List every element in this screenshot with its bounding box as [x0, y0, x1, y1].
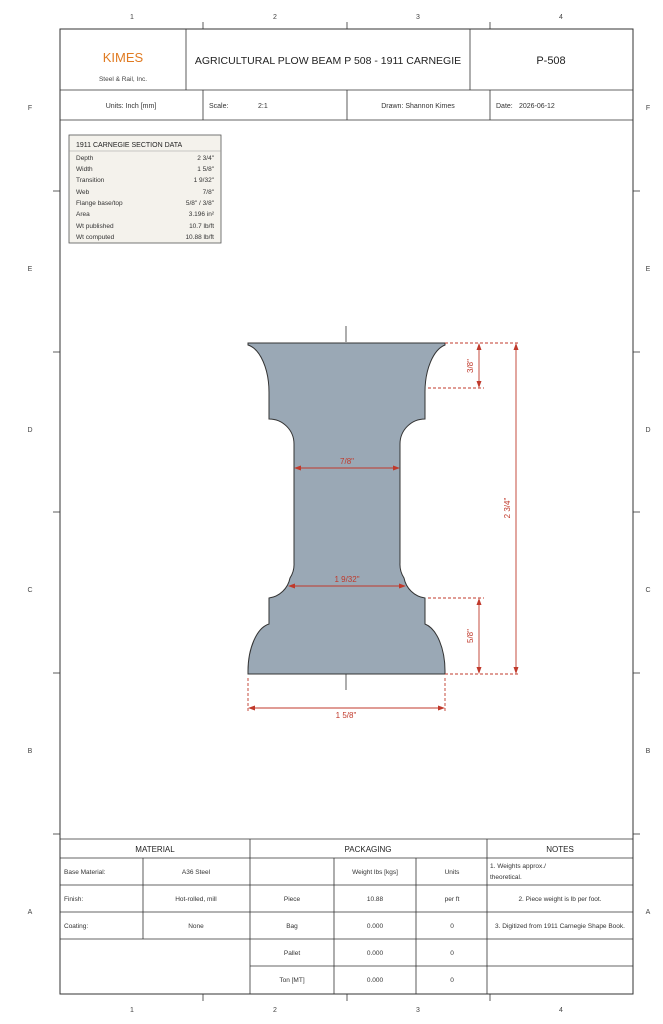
row-label-right: C: [645, 587, 650, 594]
dim-width-label: 1 5/8": [336, 711, 357, 720]
packaging-row-units: 0: [450, 950, 454, 957]
row-label-right: A: [646, 909, 651, 916]
packaging-row-label: Piece: [284, 896, 301, 903]
beam-cross-section: [247, 342, 446, 675]
units-label: Units: Inch [mm]: [106, 103, 157, 110]
col-label-bottom: 4: [559, 1007, 563, 1014]
row-label-left: E: [28, 266, 33, 273]
material-label: Base Material:: [64, 869, 106, 876]
material-label: Finish:: [64, 896, 83, 903]
section-data-label: Area: [76, 211, 90, 218]
section-data-label: Depth: [76, 155, 94, 162]
material-value: A36 Steel: [182, 869, 211, 876]
col-label-top: 2: [273, 14, 277, 21]
packaging-col-weight: Weight lbs [kgs]: [352, 869, 398, 876]
section-data-label: Transition: [76, 177, 105, 184]
section-data-label: Web: [76, 189, 90, 196]
packaging-col-units: Units: [445, 869, 461, 876]
note-1-line-1: 1. Weights approx./: [490, 863, 546, 870]
packaging-row-label: Bag: [286, 923, 298, 930]
company-logo-text: KIMES: [103, 50, 144, 65]
dim-transition-label: 1 9/32": [334, 575, 359, 584]
section-data-label: Width: [76, 166, 93, 173]
section-data-value: 1 9/32": [194, 177, 215, 184]
section-data-label: Flange base/top: [76, 200, 123, 207]
part-number: P-508: [536, 55, 565, 67]
col-label-top: 4: [559, 14, 563, 21]
col-label-bottom: 3: [416, 1007, 420, 1014]
packaging-row-label: Ton [MT]: [279, 977, 304, 984]
note-1-line-2: theoretical.: [490, 874, 522, 881]
col-label-bottom: 2: [273, 1007, 277, 1014]
date-value: 2026-06-12: [519, 103, 555, 110]
packaging-row-units: 0: [450, 923, 454, 930]
packaging-row-units: 0: [450, 977, 454, 984]
dim-web-label: 7/8": [340, 457, 354, 466]
scale-label: Scale:: [209, 103, 229, 110]
note-3: 3. Digitized from 1911 Carnegie Shape Bo…: [495, 923, 625, 930]
drawing-title: AGRICULTURAL PLOW BEAM P 508 - 1911 CARN…: [195, 55, 461, 67]
row-label-right: B: [646, 748, 651, 755]
material-value: None: [188, 923, 204, 930]
packaging-row-weight: 0.000: [367, 950, 384, 957]
row-label-left: C: [27, 587, 32, 594]
scale-value: 2:1: [258, 103, 268, 110]
row-label-left: D: [27, 427, 32, 434]
section-data-value: 7/8": [203, 189, 215, 196]
section-data-value: 10.88 lb/ft: [185, 234, 214, 241]
row-label-right: F: [646, 105, 650, 112]
section-data-value: 5/8" / 3/8": [186, 200, 215, 207]
packaging-row-weight: 0.000: [367, 923, 384, 930]
packaging-header: PACKAGING: [345, 845, 392, 854]
section-data-label: Wt published: [76, 223, 114, 230]
packaging-row-weight: 0.000: [367, 977, 384, 984]
dim-bottom-flange-label: 5/8": [466, 629, 475, 643]
dim-depth-label: 2 3/4": [503, 498, 512, 519]
col-label-top: 3: [416, 14, 420, 21]
dim-top-flange-label: 3/8": [466, 359, 475, 373]
material-header: MATERIAL: [135, 845, 175, 854]
col-label-bottom: 1: [130, 1007, 134, 1014]
row-label-left: A: [28, 909, 33, 916]
row-label-left: F: [28, 105, 32, 112]
section-data-value: 3.196 in²: [189, 211, 215, 218]
packaging-row-weight: 10.88: [367, 896, 384, 903]
row-label-right: E: [646, 266, 651, 273]
company-subtitle: Steel & Rail, Inc.: [99, 76, 147, 83]
section-data-value: 10.7 lb/ft: [189, 223, 214, 230]
notes-header: NOTES: [546, 845, 574, 854]
drawing-sheet: 1 2 3 4 1 2 3 4 F E D C B A F E D C B A: [27, 14, 651, 1014]
section-data-value: 2 3/4": [197, 155, 214, 162]
material-label: Coating:: [64, 923, 88, 930]
note-2: 2. Piece weight is lb per foot.: [518, 896, 601, 903]
row-label-left: B: [28, 748, 33, 755]
packaging-row-units: per ft: [445, 896, 460, 903]
section-data-title: 1911 CARNEGIE SECTION DATA: [76, 142, 183, 149]
date-label: Date:: [496, 103, 513, 110]
section-data-label: Wt computed: [76, 234, 115, 241]
row-label-right: D: [645, 427, 650, 434]
material-value: Hot-rolled, mill: [175, 896, 217, 903]
section-data-value: 1 5/8": [197, 166, 214, 173]
col-label-top: 1: [130, 14, 134, 21]
packaging-row-label: Pallet: [284, 950, 300, 957]
drawn-by: Drawn: Shannon Kimes: [381, 103, 455, 110]
